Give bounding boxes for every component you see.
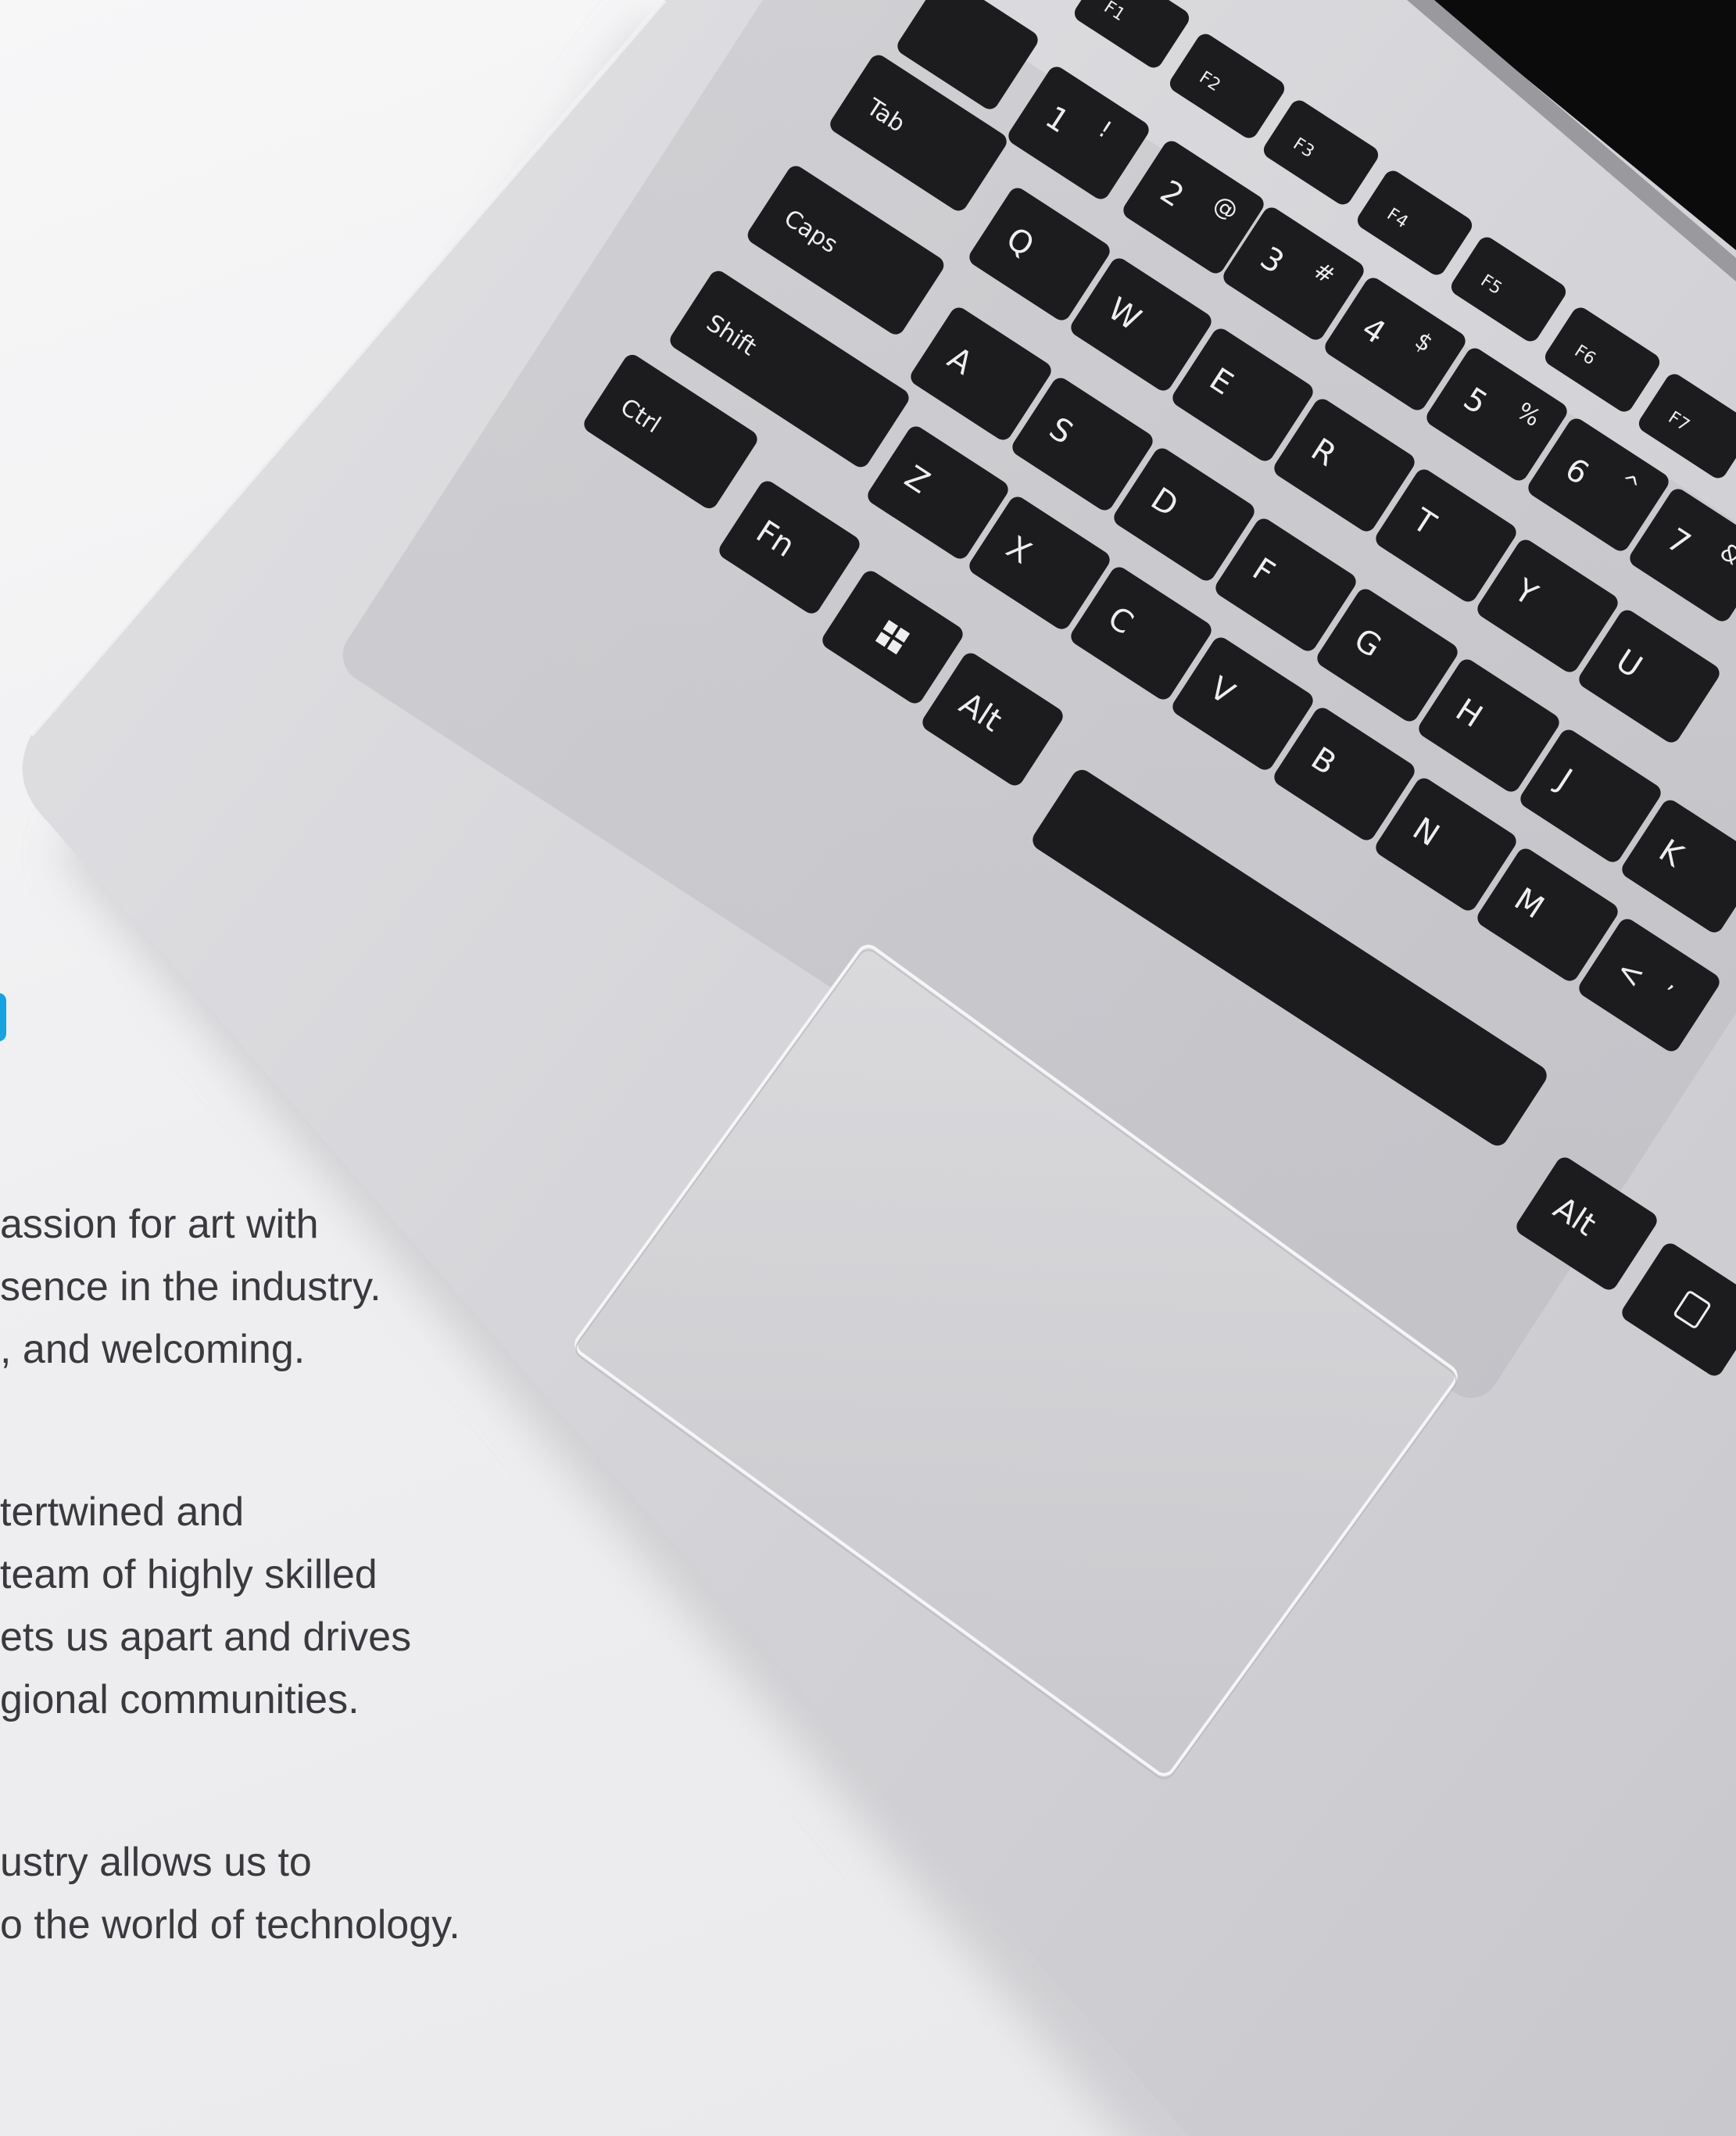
paragraph-line: , and welcoming. (0, 1327, 306, 1372)
paragraph-line: ets us apart and drives (0, 1615, 412, 1660)
about-text-block: assion for art with sence in the industr… (0, 0, 1736, 2136)
paragraph-2: tertwined and team of highly skilled ets… (0, 1481, 411, 1731)
paragraph-line: sence in the industry. (0, 1264, 381, 1310)
paragraph-line: ustry allows us to (0, 1840, 312, 1885)
paragraph-line: gional communities. (0, 1677, 360, 1722)
paragraph-line: team of highly skilled (0, 1552, 378, 1597)
paragraph-line: assion for art with (0, 1202, 319, 1247)
paragraph-3: ustry allows us to o the world of techno… (0, 1831, 460, 1956)
paragraph-line: tertwined and (0, 1489, 245, 1535)
paragraph-line: o the world of technology. (0, 1902, 460, 1948)
paragraph-1: assion for art with sence in the industr… (0, 1193, 381, 1381)
